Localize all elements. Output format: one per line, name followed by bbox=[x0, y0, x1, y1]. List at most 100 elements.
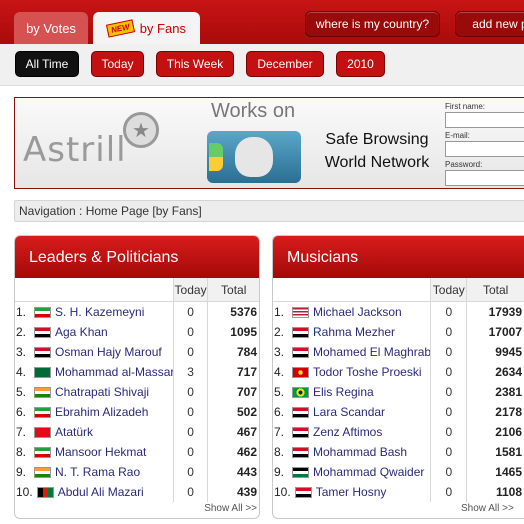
row-name[interactable]: Michael Jackson bbox=[313, 305, 402, 319]
row-name-cell[interactable]: 4. Mohammad al-Massari bbox=[15, 362, 173, 382]
first-name-field[interactable] bbox=[445, 112, 524, 128]
table-row[interactable]: 4. Todor Toshe Proeski 0 2634 bbox=[273, 362, 524, 382]
os-logos-icon bbox=[207, 131, 301, 183]
table-row[interactable]: 5. Chatrapati Shivaji 0 707 bbox=[15, 382, 259, 402]
tab-by-votes[interactable]: by Votes bbox=[14, 12, 88, 44]
table-row[interactable]: 7. Zenz Aftimos 0 2106 bbox=[273, 422, 524, 442]
email-field[interactable] bbox=[445, 141, 524, 157]
row-name[interactable]: Atatürk bbox=[55, 425, 93, 439]
table-row[interactable]: 8. Mohammad Bash 0 1581 bbox=[273, 442, 524, 462]
row-name[interactable]: Todor Toshe Proeski bbox=[313, 365, 422, 379]
panel-title: Leaders & Politicians bbox=[15, 236, 259, 278]
row-total: 1581 bbox=[466, 442, 524, 462]
row-rank: 7. bbox=[16, 425, 27, 439]
row-name[interactable]: Mansoor Hekmat bbox=[55, 445, 146, 459]
row-name[interactable]: Aga Khan bbox=[55, 325, 108, 339]
row-name-cell[interactable]: 7. Zenz Aftimos bbox=[273, 422, 430, 442]
row-name-cell[interactable]: 4. Todor Toshe Proeski bbox=[273, 362, 430, 382]
table-row[interactable]: 1. Michael Jackson 0 17939 bbox=[273, 302, 524, 322]
row-name[interactable]: Ebrahim Alizadeh bbox=[55, 405, 148, 419]
row-name-cell[interactable]: 9. Mohammad Qwaider bbox=[273, 462, 430, 482]
row-name-cell[interactable]: 9. N. T. Rama Rao bbox=[15, 462, 173, 482]
row-name-cell[interactable]: 5. Elis Regina bbox=[273, 382, 430, 402]
row-name-cell[interactable]: 1. Michael Jackson bbox=[273, 302, 430, 322]
table-row[interactable]: 9. N. T. Rama Rao 0 443 bbox=[15, 462, 259, 482]
period-all-time-button[interactable]: All Time bbox=[15, 51, 79, 77]
apple-icon bbox=[235, 137, 273, 177]
row-name[interactable]: Rahma Mezher bbox=[313, 325, 395, 339]
iraq-flag-icon bbox=[34, 326, 51, 338]
row-name[interactable]: Abdul Ali Mazari bbox=[58, 485, 144, 499]
row-total: 2178 bbox=[466, 402, 524, 422]
table-row[interactable]: 10. Tamer Hosny 0 1108 bbox=[273, 482, 524, 502]
row-name-cell[interactable]: 1. S. H. Kazemeyni bbox=[15, 302, 173, 322]
table-row[interactable]: 6. Ebrahim Alizadeh 0 502 bbox=[15, 402, 259, 422]
row-total: 462 bbox=[207, 442, 259, 462]
row-name[interactable]: Osman Hajy Marouf bbox=[55, 345, 162, 359]
row-name-cell[interactable]: 5. Chatrapati Shivaji bbox=[15, 382, 173, 402]
row-rank: 5. bbox=[274, 385, 285, 399]
turkey-flag-icon bbox=[34, 426, 51, 438]
add-new-button[interactable]: add new p bbox=[455, 11, 524, 37]
table-row[interactable]: 4. Mohammad al-Massari 3 717 bbox=[15, 362, 259, 382]
row-today: 0 bbox=[430, 402, 466, 422]
table-row[interactable]: 2. Rahma Mezher 0 17007 bbox=[273, 322, 524, 342]
row-name-cell[interactable]: 6. Lara Scandar bbox=[273, 402, 430, 422]
row-rank: 6. bbox=[16, 405, 27, 419]
egypt-flag-icon bbox=[294, 486, 312, 498]
total-column-header: Total bbox=[466, 278, 524, 301]
period-today-button[interactable]: Today bbox=[91, 51, 144, 77]
row-name-cell[interactable]: 10. Abdul Ali Mazari bbox=[15, 482, 173, 502]
period-december-button[interactable]: December bbox=[246, 51, 324, 77]
row-name-cell[interactable]: 10. Tamer Hosny bbox=[273, 482, 430, 502]
row-name-cell[interactable]: 3. Osman Hajy Marouf bbox=[15, 342, 173, 362]
row-name-cell[interactable]: 2. Aga Khan bbox=[15, 322, 173, 342]
table-row[interactable]: 3. Osman Hajy Marouf 0 784 bbox=[15, 342, 259, 362]
row-name[interactable]: N. T. Rama Rao bbox=[55, 465, 140, 479]
row-name-cell[interactable]: 8. Mohammad Bash bbox=[273, 442, 430, 462]
row-name-cell[interactable]: 6. Ebrahim Alizadeh bbox=[15, 402, 173, 422]
where-is-my-country-button[interactable]: where is my country? bbox=[305, 11, 440, 37]
row-name-cell[interactable]: 7. Atatürk bbox=[15, 422, 173, 442]
row-name[interactable]: Mohamed El Maghraby bbox=[313, 345, 430, 359]
table-row[interactable]: 5. Elis Regina 0 2381 bbox=[273, 382, 524, 402]
row-name-cell[interactable]: 3. Mohamed El Maghraby bbox=[273, 342, 430, 362]
table-row[interactable]: 2. Aga Khan 0 1095 bbox=[15, 322, 259, 342]
egypt-flag-icon bbox=[292, 346, 309, 358]
column-header-row: Today Total bbox=[273, 278, 524, 302]
row-name[interactable]: S. H. Kazemeyni bbox=[55, 305, 144, 319]
row-name[interactable]: Tamer Hosny bbox=[316, 485, 387, 499]
row-total: 443 bbox=[207, 462, 259, 482]
table-row[interactable]: 10. Abdul Ali Mazari 0 439 bbox=[15, 482, 259, 502]
table-row[interactable]: 7. Atatürk 0 467 bbox=[15, 422, 259, 442]
period-this-week-button[interactable]: This Week bbox=[156, 51, 234, 77]
row-name[interactable]: Mohammad Bash bbox=[313, 445, 407, 459]
period-2010-button[interactable]: 2010 bbox=[336, 51, 385, 77]
table-row[interactable]: 6. Lara Scandar 0 2178 bbox=[273, 402, 524, 422]
row-rank: 9. bbox=[274, 465, 285, 479]
row-rank: 7. bbox=[274, 425, 285, 439]
show-all-link[interactable]: Show All >> bbox=[204, 503, 257, 514]
row-today: 0 bbox=[430, 462, 466, 482]
table-row[interactable]: 1. S. H. Kazemeyni 0 5376 bbox=[15, 302, 259, 322]
row-total: 1108 bbox=[466, 482, 524, 502]
table-row[interactable]: 8. Mansoor Hekmat 0 462 bbox=[15, 442, 259, 462]
row-name-cell[interactable]: 8. Mansoor Hekmat bbox=[15, 442, 173, 462]
row-name-cell[interactable]: 2. Rahma Mezher bbox=[273, 322, 430, 342]
row-name[interactable]: Mohammad al-Massari bbox=[55, 365, 173, 379]
tab-by-fans-label: by Fans bbox=[139, 20, 186, 36]
row-name[interactable]: Chatrapati Shivaji bbox=[55, 385, 149, 399]
row-rank: 1. bbox=[274, 305, 285, 319]
show-all-link[interactable]: Show All >> bbox=[461, 503, 514, 514]
tab-by-fans[interactable]: NEW by Fans bbox=[93, 12, 200, 44]
row-name[interactable]: Mohammad Qwaider bbox=[313, 465, 424, 479]
row-name[interactable]: Lara Scandar bbox=[313, 405, 385, 419]
row-today: 0 bbox=[172, 382, 208, 402]
table-row[interactable]: 3. Mohamed El Maghraby 0 9945 bbox=[273, 342, 524, 362]
password-field[interactable] bbox=[445, 170, 524, 186]
table-row[interactable]: 9. Mohammad Qwaider 0 1465 bbox=[273, 462, 524, 482]
row-name[interactable]: Zenz Aftimos bbox=[313, 425, 382, 439]
ad-banner[interactable]: Astrill ★ Works on Safe Browsing World N… bbox=[14, 97, 524, 189]
row-today: 0 bbox=[430, 362, 466, 382]
row-name[interactable]: Elis Regina bbox=[313, 385, 374, 399]
